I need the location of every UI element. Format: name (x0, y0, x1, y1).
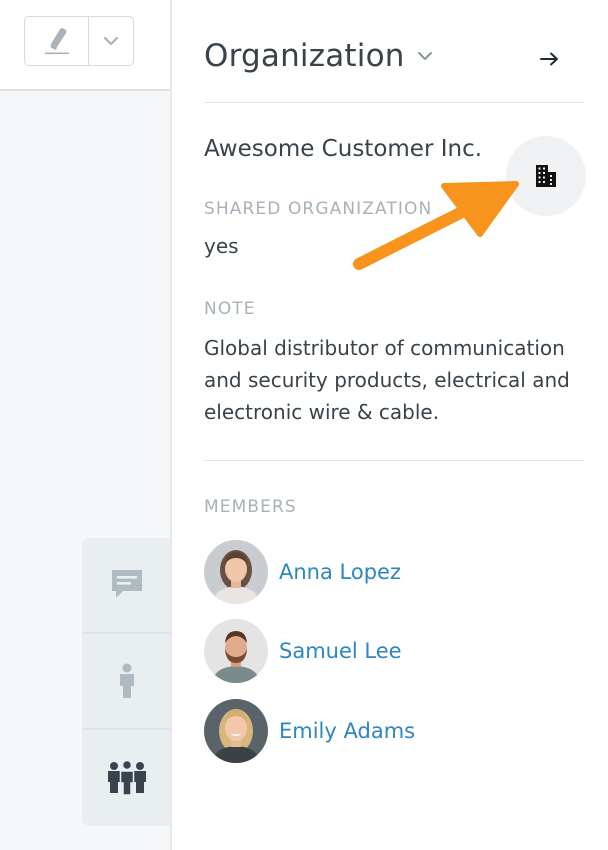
note-label: Note (204, 299, 256, 319)
chevron-down-icon (103, 36, 119, 46)
member-name-link[interactable]: Samuel Lee (279, 639, 402, 663)
sidebar-tab-organization[interactable] (82, 730, 172, 826)
organization-panel: Organization Awesome Customer Inc. Share (172, 0, 608, 850)
member-item[interactable]: Emily Adams (204, 699, 415, 763)
ticket-toolbar (0, 0, 171, 91)
person-icon (120, 663, 134, 698)
building-icon (536, 165, 556, 187)
highlighter-icon (44, 28, 69, 55)
note-value: Global distributor of communication and … (204, 336, 570, 424)
organization-avatar[interactable] (506, 136, 586, 216)
sidebar-tabs (82, 538, 172, 826)
panel-menu-toggle[interactable] (417, 51, 433, 61)
members-label: Members (204, 497, 297, 517)
sidebar-tab-customer[interactable] (82, 634, 172, 730)
member-name-link[interactable]: Emily Adams (279, 719, 415, 743)
members-divider (204, 460, 584, 461)
panel-title: Organization (204, 38, 405, 74)
chat-bubble-icon (112, 570, 142, 598)
group-icon (108, 760, 146, 796)
panel-header[interactable]: Organization (204, 38, 433, 74)
close-panel-button[interactable] (538, 47, 562, 71)
avatar (204, 699, 268, 763)
ticket-column (0, 0, 172, 850)
avatar (204, 619, 268, 683)
member-item[interactable]: Anna Lopez (204, 540, 401, 604)
shared-organization-label: Shared organization (204, 199, 433, 219)
member-name-link[interactable]: Anna Lopez (279, 560, 401, 584)
chevron-down-icon (417, 52, 432, 60)
member-item[interactable]: Samuel Lee (204, 619, 402, 683)
header-divider (204, 102, 584, 103)
arrow-right-icon (540, 52, 558, 66)
edit-button[interactable] (25, 17, 89, 65)
sidebar-tab-ticket[interactable] (82, 538, 172, 634)
shared-organization-value: yes (204, 234, 239, 258)
avatar (204, 540, 268, 604)
edit-split-button (24, 16, 134, 66)
edit-options-dropdown[interactable] (89, 17, 133, 65)
organization-name: Awesome Customer Inc. (204, 136, 483, 162)
